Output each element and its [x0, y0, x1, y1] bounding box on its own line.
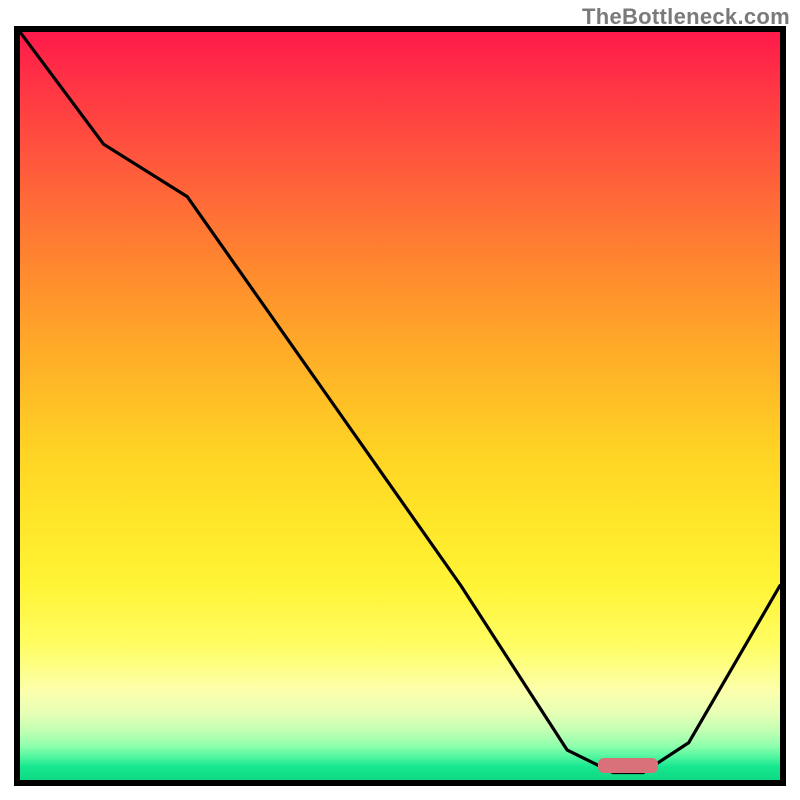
plot-area — [14, 26, 786, 786]
curve-path — [20, 32, 780, 773]
curve-svg — [20, 32, 780, 780]
chart-container: TheBottleneck.com — [0, 0, 800, 800]
optimum-marker — [598, 758, 659, 773]
